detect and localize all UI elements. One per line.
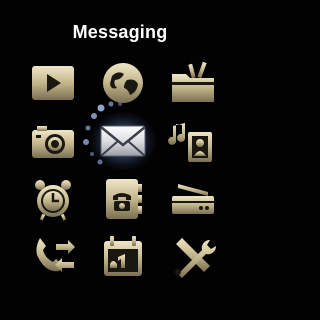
menu-item-calendar[interactable] [88,228,158,286]
menu-item-call-log[interactable] [18,228,88,286]
call-transfer-icon [36,238,75,272]
music-contacts-icon [168,123,212,162]
calendar-icon [104,236,142,276]
web-globe-icon [103,63,143,103]
menu-item-messaging[interactable] [88,112,158,170]
menu-item-phonebook[interactable] [88,170,158,228]
media-player-icon [32,66,74,100]
alarm-clock-icon [35,180,71,221]
phonebook-icon [106,179,142,219]
scanner-icon [172,184,214,214]
menu-item-file-manager[interactable] [158,54,228,112]
menu-item-settings[interactable] [158,228,228,286]
envelope-icon [100,125,146,157]
menu-item-camera[interactable] [18,112,88,170]
menu-item-scanner[interactable] [158,170,228,228]
file-folder-icon [172,61,214,102]
menu-item-multimedia[interactable] [158,112,228,170]
menu-item-alarm[interactable] [18,170,88,228]
page-title: Messaging [72,22,168,42]
camera-icon [32,126,74,158]
menu-item-web[interactable] [88,54,158,112]
menu-item-media-player[interactable] [18,54,88,112]
menu-grid [18,54,228,288]
settings-tools-icon [175,238,217,278]
